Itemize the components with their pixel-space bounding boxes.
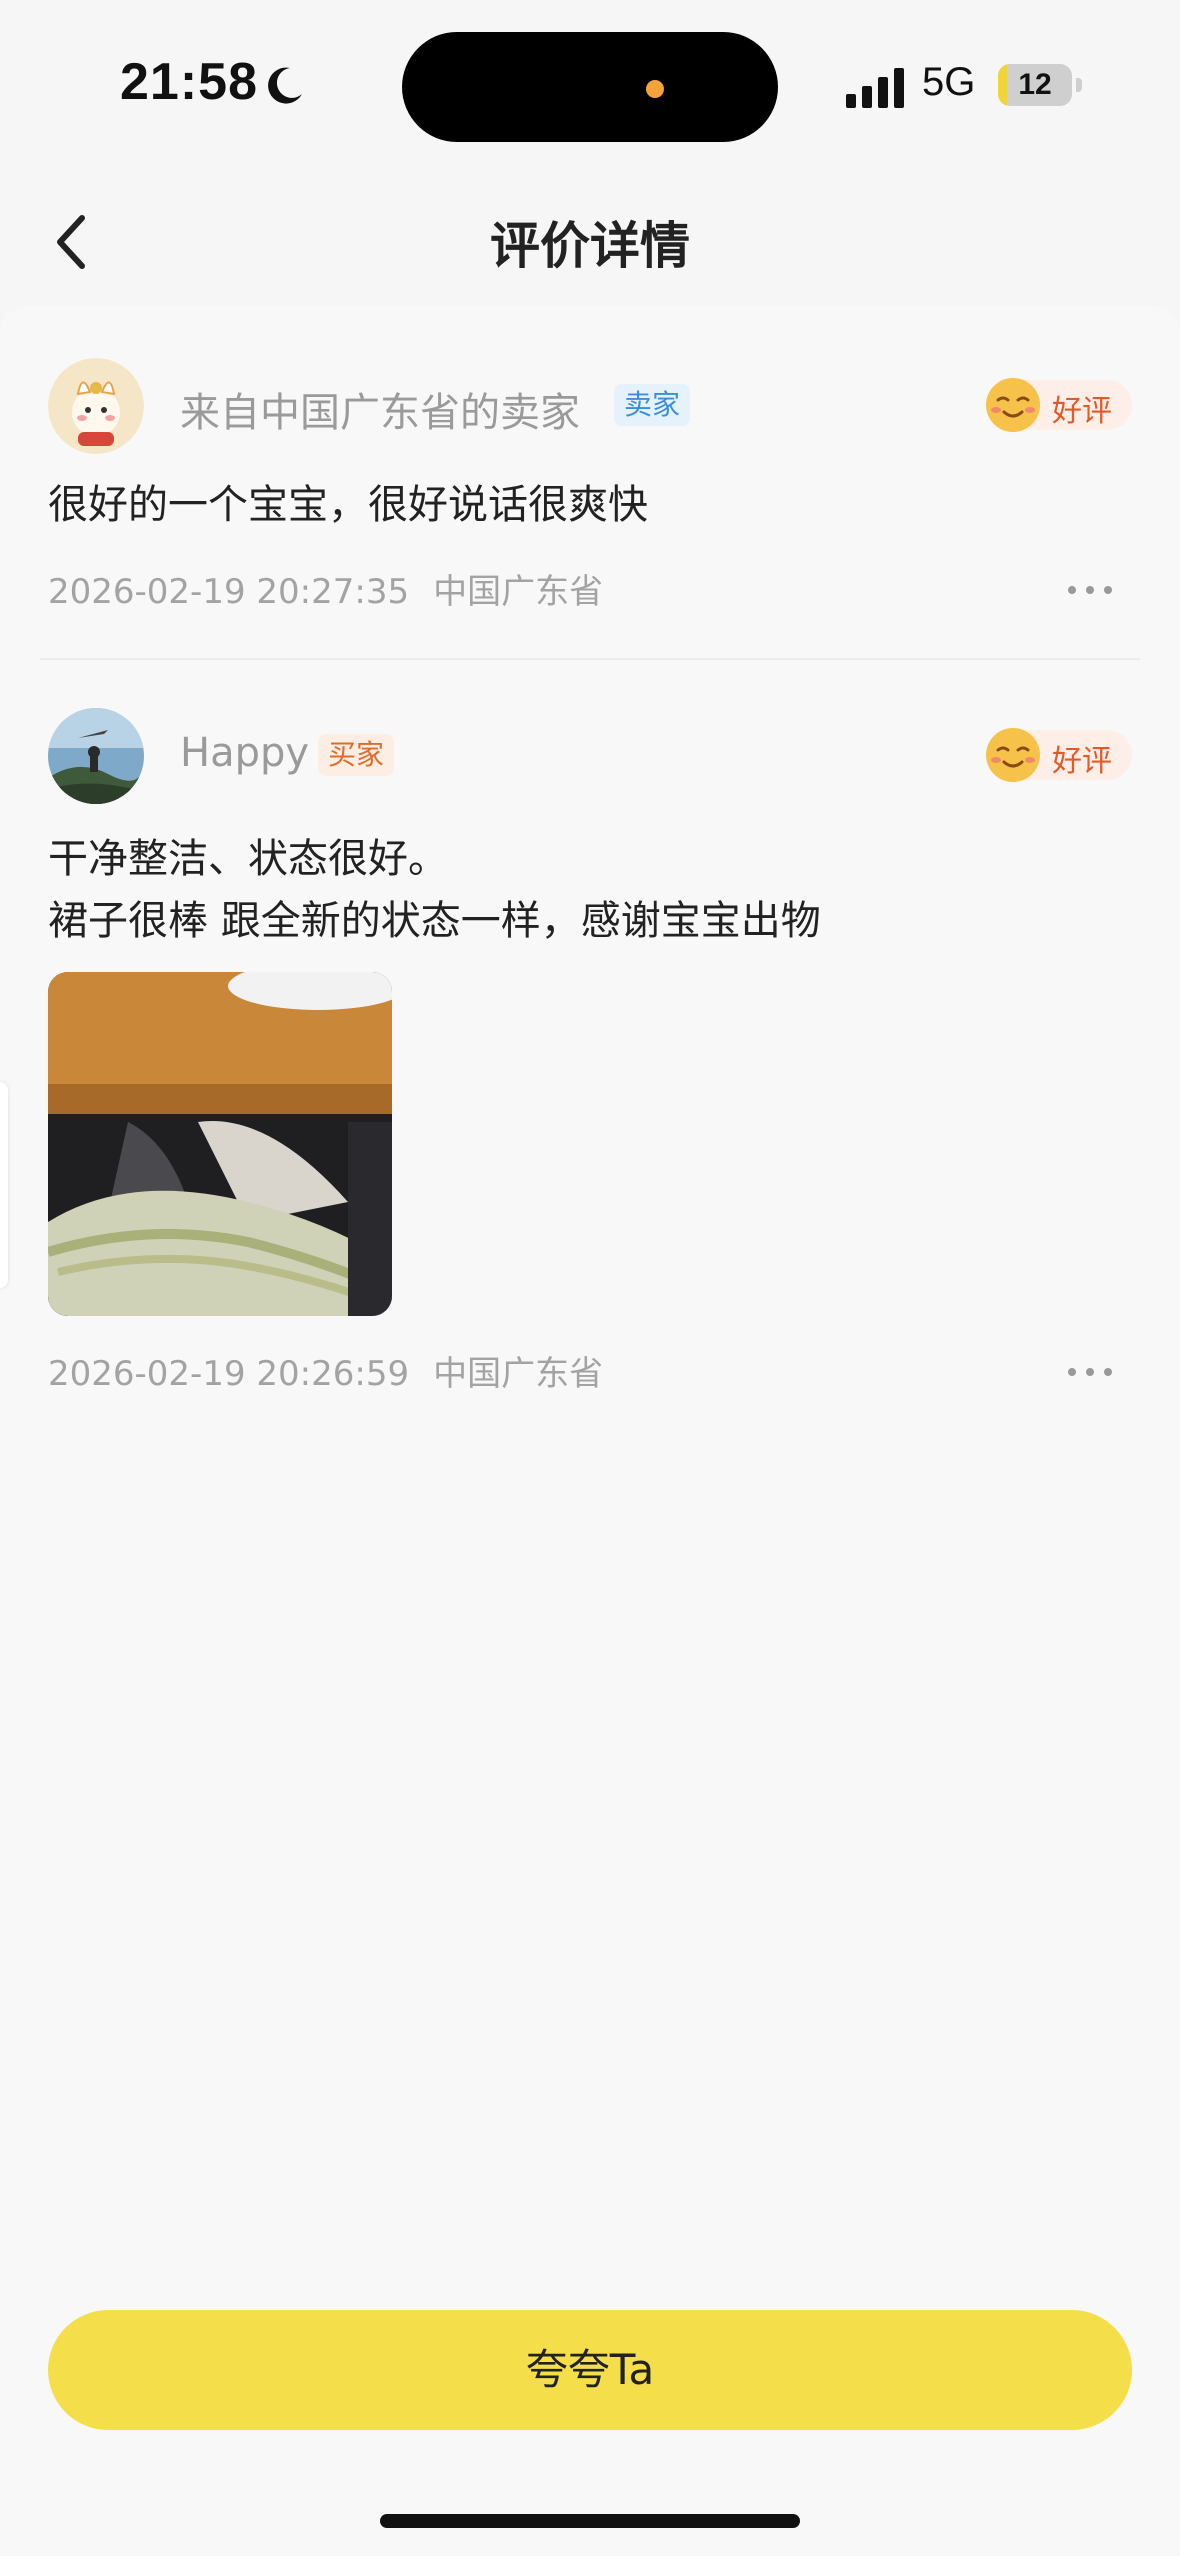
avatar[interactable] <box>48 358 144 454</box>
review-meta: 2026-02-19 20:27:35 中国广东省 <box>48 564 603 613</box>
more-horizontal-icon[interactable] <box>1064 1362 1116 1382</box>
review-card: 来自中国广东省的卖家 卖家 好评 很好的一个宝宝，很好说话很爽快 2026-02… <box>0 306 1180 2556</box>
battery-cap <box>1076 78 1082 92</box>
role-tag: 卖家 <box>614 384 691 426</box>
timestamp: 2026-02-19 20:27:35 <box>48 572 410 612</box>
avatar[interactable] <box>48 708 144 804</box>
review-line: 干净整洁、状态很好。 <box>48 836 448 882</box>
smile-face-icon <box>986 728 1040 782</box>
review-line: 很好的一个宝宝，很好说话很爽快 <box>48 482 648 528</box>
location: 中国广东省 <box>433 1354 604 1394</box>
review-line: 裙子很棒 跟全新的状态一样，感谢宝宝出物 <box>48 898 821 944</box>
moon-icon <box>268 67 302 104</box>
review-meta: 2026-02-19 20:26:59 中国广东省 <box>48 1346 603 1395</box>
smile-face-icon <box>986 378 1040 432</box>
review-text: 很好的一个宝宝，很好说话很爽快 <box>48 474 648 536</box>
dynamic-island <box>402 32 778 142</box>
side-handle <box>0 1082 8 1288</box>
battery-level: 12 <box>1018 68 1052 101</box>
username[interactable]: Happy <box>180 730 309 776</box>
location: 中国广东省 <box>433 572 604 612</box>
page-title: 评价详情 <box>490 217 690 275</box>
timestamp: 2026-02-19 20:26:59 <box>48 1354 410 1394</box>
review-photo[interactable] <box>48 972 392 1316</box>
more-horizontal-icon[interactable] <box>1064 580 1116 600</box>
rating-badge: 好评 <box>986 728 1132 782</box>
rating-label: 好评 <box>1052 394 1112 429</box>
battery-icon: 12 <box>998 64 1072 106</box>
role-tag: 买家 <box>318 734 395 776</box>
status-time: 21:58 <box>120 53 258 111</box>
rating-badge: 好评 <box>986 378 1132 432</box>
username[interactable]: 来自中国广东省的卖家 <box>180 380 580 438</box>
review-text: 干净整洁、状态很好。 裙子很棒 跟全新的状态一样，感谢宝宝出物 <box>48 828 821 952</box>
signal-icon <box>846 68 904 108</box>
network-type: 5G <box>922 60 976 104</box>
praise-button[interactable]: 夸夸Ta <box>48 2310 1132 2430</box>
divider <box>40 658 1140 660</box>
privacy-indicator-icon <box>646 80 664 98</box>
rating-label: 好评 <box>1052 744 1112 779</box>
home-indicator[interactable] <box>380 2514 800 2528</box>
